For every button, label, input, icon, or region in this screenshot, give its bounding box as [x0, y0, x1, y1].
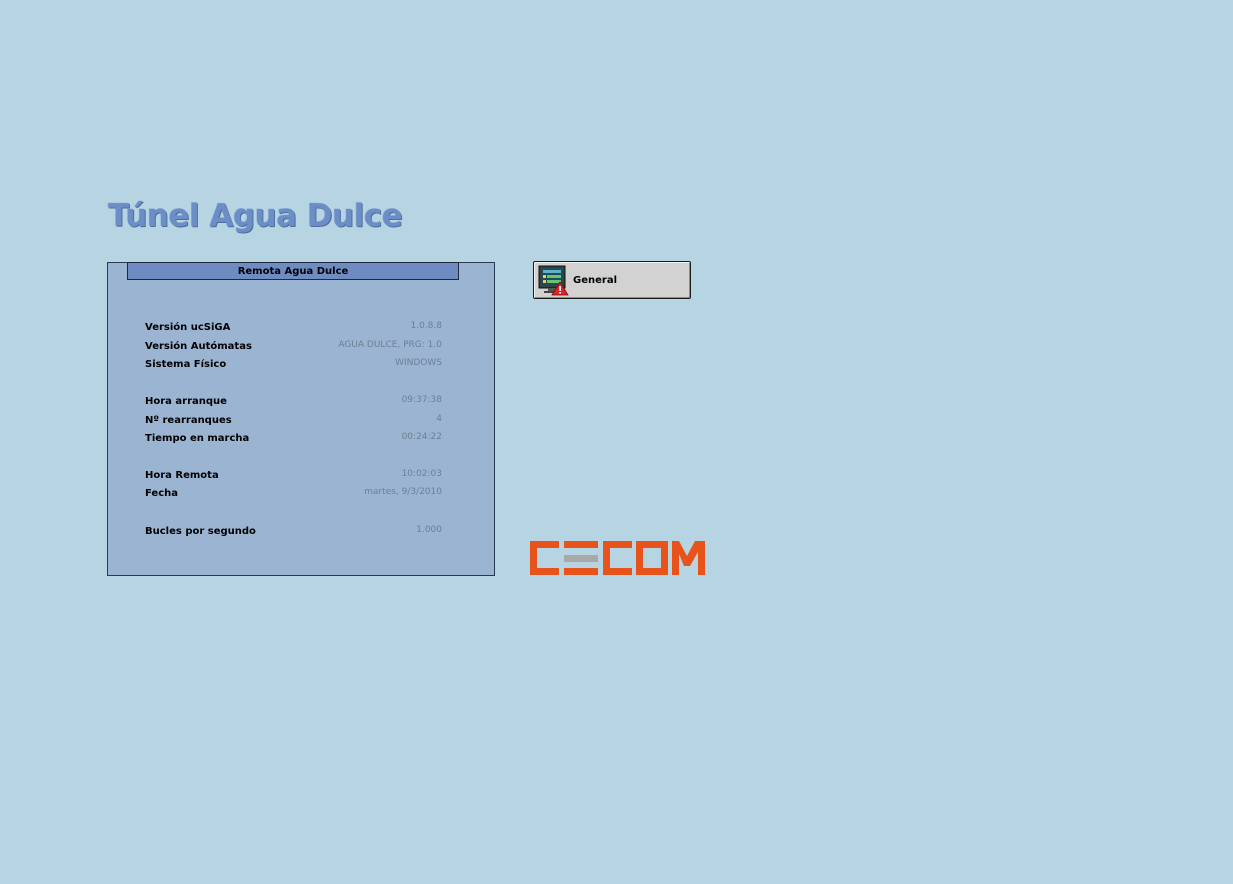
- info-label: Hora arranque: [145, 396, 227, 407]
- info-row-rearranques: Nº rearranques 4: [145, 414, 442, 429]
- monitor-warning-icon: [537, 264, 569, 296]
- general-button[interactable]: General: [533, 261, 691, 299]
- info-label: Hora Remota: [145, 470, 219, 481]
- remote-info-panel: Remota Agua Dulce Versión ucSiGA 1.0.8.8…: [107, 262, 495, 576]
- info-value: 4: [436, 414, 442, 424]
- info-value: 09:37:38: [401, 395, 442, 405]
- info-label: Bucles por segundo: [145, 526, 256, 537]
- info-row-version-automatas: Versión Autómatas AGUA DULCE, PRG: 1.0: [145, 340, 442, 355]
- page-title: Túnel Agua Dulce: [108, 198, 403, 234]
- info-label: Tiempo en marcha: [145, 433, 250, 444]
- info-value: 00:24:22: [401, 432, 442, 442]
- info-label: Versión ucSiGA: [145, 322, 231, 333]
- info-row-fecha: Fecha martes, 9/3/2010: [145, 487, 442, 502]
- general-button-label: General: [573, 275, 617, 286]
- info-label: Sistema Físico: [145, 359, 227, 370]
- info-row-hora-remota: Hora Remota 10:02:03: [145, 469, 442, 484]
- info-row-bucles-por-segundo: Bucles por segundo 1.000: [145, 525, 442, 540]
- info-value: AGUA DULCE, PRG: 1.0: [338, 340, 442, 350]
- info-label: Nº rearranques: [145, 415, 232, 426]
- cecom-logo: [528, 538, 708, 578]
- info-label: Versión Autómatas: [145, 341, 252, 352]
- info-row-tiempo-en-marcha: Tiempo en marcha 00:24:22: [145, 432, 442, 447]
- info-row-sistema-fisico: Sistema Físico WINDOWS: [145, 358, 442, 373]
- info-value: WINDOWS: [395, 358, 442, 368]
- info-value: 1.0.8.8: [410, 321, 443, 331]
- info-value: 10:02:03: [401, 469, 442, 479]
- info-row-version-ucsiga: Versión ucSiGA 1.0.8.8: [145, 321, 443, 336]
- panel-header: Remota Agua Dulce: [127, 262, 459, 280]
- info-row-hora-arranque: Hora arranque 09:37:38: [145, 395, 442, 410]
- info-value: 1.000: [416, 525, 442, 535]
- info-value: martes, 9/3/2010: [364, 487, 442, 497]
- info-label: Fecha: [145, 488, 179, 499]
